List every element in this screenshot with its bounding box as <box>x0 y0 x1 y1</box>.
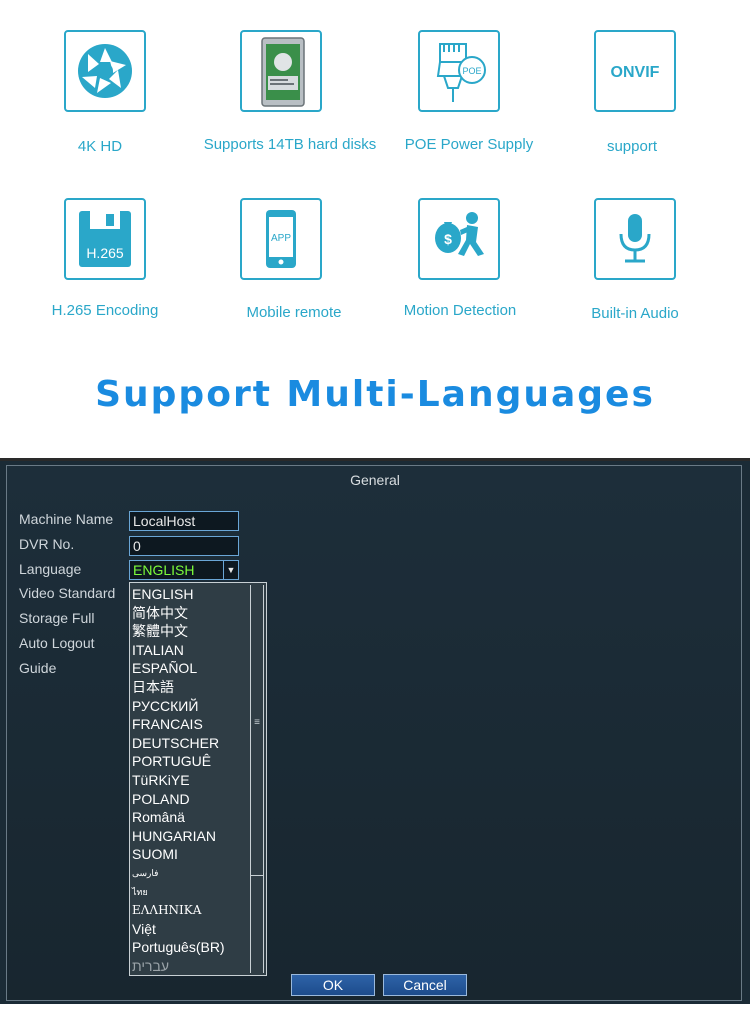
language-option-simplified-chinese[interactable]: 简体中文 <box>132 604 248 623</box>
language-option-greek[interactable]: ΕΛΛΗΝΙΚΑ <box>132 901 248 920</box>
language-option-italian[interactable]: ITALIAN <box>132 641 248 660</box>
app-icon-text: APP <box>271 233 291 244</box>
label-auto-logout: Auto Logout <box>19 635 95 651</box>
language-option-persian[interactable]: فارسی <box>132 864 248 883</box>
language-option-japanese[interactable]: 日本語 <box>132 678 248 697</box>
dvr-general-window: General Machine Name DVR No. Language Vi… <box>0 458 750 1004</box>
dropdown-scrollbar[interactable]: ≡ <box>250 585 264 973</box>
label-language: Language <box>19 561 82 577</box>
language-option-russian[interactable]: РУССКИЙ <box>132 697 248 716</box>
hard-disk-icon <box>261 37 305 107</box>
dvr-no-input[interactable]: 0 <box>129 536 239 556</box>
chevron-down-icon[interactable]: ▼ <box>223 561 238 579</box>
features-section: 4K HD Supports 14TB hard disks POE POE P… <box>0 0 750 440</box>
feature-label-hdd: Supports 14TB hard disks <box>203 136 377 153</box>
scrollbar-grip-icon[interactable]: ≡ <box>252 718 262 728</box>
feature-label-audio: Built-in Audio <box>591 305 679 322</box>
language-option-spanish[interactable]: ESPAÑOL <box>132 659 248 678</box>
label-storage-full: Storage Full <box>19 610 95 626</box>
feature-poe-box: POE <box>418 30 500 112</box>
aperture-icon <box>78 44 132 98</box>
feature-onvif-box: ONVIF <box>594 30 676 112</box>
poe-plug-icon: POE <box>436 43 486 102</box>
onvif-icon: ONVIF <box>611 64 660 81</box>
language-list: ENGLISH 简体中文 繁體中文 ITALIAN ESPAÑOL 日本語 РУ… <box>132 585 248 975</box>
feature-hdd-box <box>240 30 322 112</box>
label-video-standard: Video Standard <box>19 585 116 601</box>
language-option-french[interactable]: FRANCAIS <box>132 715 248 734</box>
label-dvr-no: DVR No. <box>19 536 75 552</box>
ok-button[interactable]: OK <box>291 974 375 996</box>
language-option-traditional-chinese[interactable]: 繁體中文 <box>132 622 248 641</box>
floppy-icon: H.265 <box>79 211 131 267</box>
microphone-icon <box>619 214 651 263</box>
feature-label-4k: 4K HD <box>77 138 123 155</box>
onvif-icon-text: ONVIF <box>611 64 660 81</box>
scrollbar-thumb[interactable] <box>251 875 263 876</box>
language-option-thai[interactable]: ไทย <box>132 883 248 902</box>
language-option-german[interactable]: DEUTSCHER <box>132 734 248 753</box>
language-dropdown: ENGLISH 简体中文 繁體中文 ITALIAN ESPAÑOL 日本語 РУ… <box>129 582 267 976</box>
dvr-panel: General Machine Name DVR No. Language Vi… <box>6 465 742 1001</box>
feature-motion-box: $ <box>418 198 500 280</box>
running-thief-icon: $ <box>435 212 484 256</box>
label-machine-name: Machine Name <box>19 511 114 527</box>
language-option-english[interactable]: ENGLISH <box>132 585 248 604</box>
language-option-turkish[interactable]: TüRKiYE <box>132 771 248 790</box>
language-select-value: ENGLISH <box>133 562 195 578</box>
feature-h265-box: H.265 <box>64 198 146 280</box>
label-guide: Guide <box>19 660 57 676</box>
window-title: General <box>350 472 400 488</box>
feature-label-motion: Motion Detection <box>403 302 517 319</box>
language-option-polish[interactable]: POLAND <box>132 790 248 809</box>
feature-label-onvif: support <box>606 138 658 155</box>
language-option-portuguese-br[interactable]: Português(BR) <box>132 938 248 957</box>
language-option-vietnamese[interactable]: Việt <box>132 920 248 939</box>
feature-4k-box <box>64 30 146 112</box>
feature-mobile-box: APP <box>240 198 322 280</box>
language-option-hebrew[interactable]: עברית <box>132 957 248 976</box>
h265-icon-text: H.265 <box>86 245 124 261</box>
headline: Support Multi-Languages <box>95 374 655 415</box>
poe-icon-text: POE <box>462 66 481 76</box>
money-icon-text: $ <box>444 231 452 247</box>
machine-name-input[interactable]: LocalHost <box>129 511 239 531</box>
feature-audio-box <box>594 198 676 280</box>
language-option-romanian[interactable]: Românä <box>132 808 248 827</box>
language-option-portuguese[interactable]: PORTUGUÊ <box>132 752 248 771</box>
feature-label-h265: H.265 Encoding <box>51 302 159 319</box>
language-option-finnish[interactable]: SUOMI <box>132 845 248 864</box>
cancel-button[interactable]: Cancel <box>383 974 467 996</box>
language-option-hungarian[interactable]: HUNGARIAN <box>132 827 248 846</box>
language-select[interactable]: ENGLISH ▼ <box>129 560 239 580</box>
phone-icon: APP <box>266 210 296 268</box>
